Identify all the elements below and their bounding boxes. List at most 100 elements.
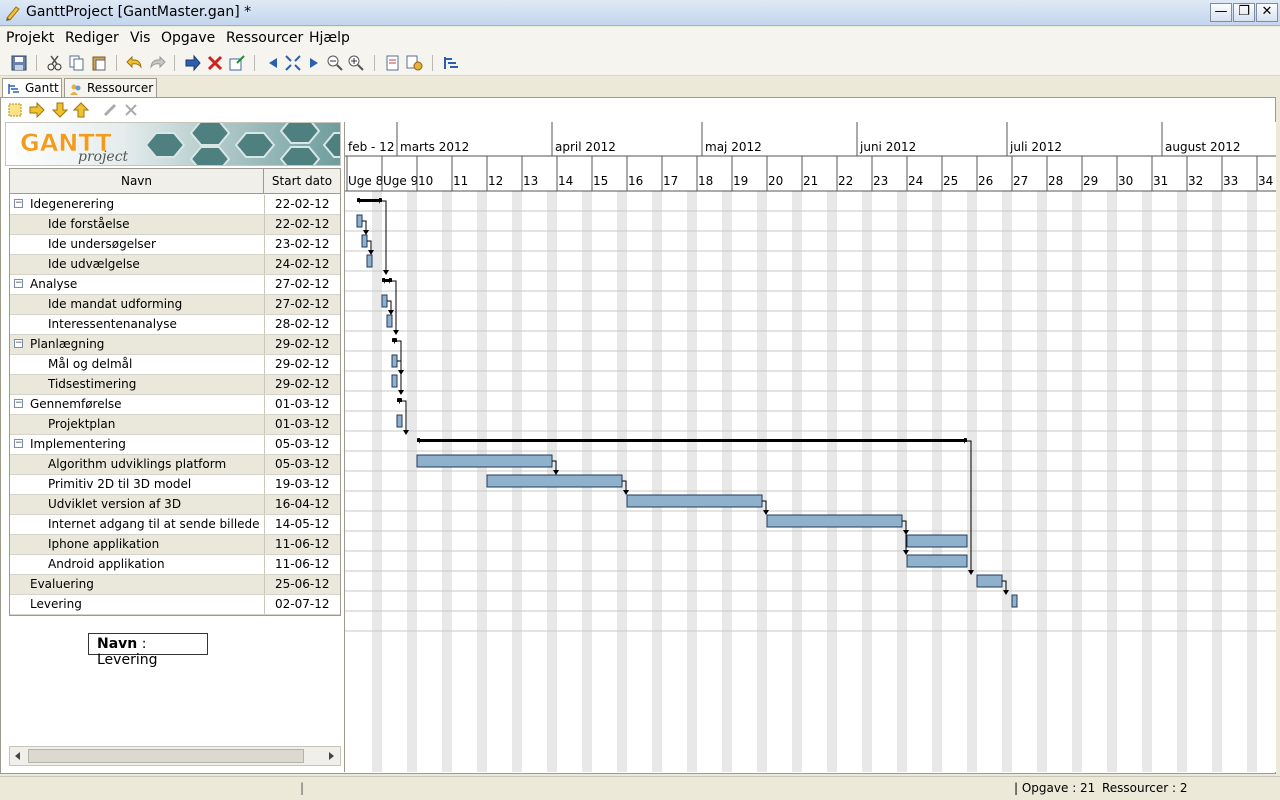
move-up-icon[interactable] [73,102,89,118]
month-label: juni 2012 [859,140,916,154]
task-name: Primitiv 2D til 3D model [48,477,192,491]
table-row[interactable]: Tidsestimering 29-02-12 [10,375,340,395]
week-label: 15 [593,174,608,188]
scroll-thumb[interactable] [28,749,304,763]
task-start-date: 25-06-12 [264,575,340,594]
task-bar [356,214,363,228]
gantt-chart[interactable]: feb - 12 marts 2012 april 2012 maj 2012 juni… [344,122,1276,772]
indent-icon[interactable] [29,102,45,118]
scroll-left-arrow-icon[interactable] [13,751,23,761]
table-row[interactable]: Internet adgang til at sende billede 14-0… [10,515,340,535]
center-today-icon[interactable] [284,54,302,72]
logo-sub: project [78,149,129,165]
new-task-icon[interactable] [7,102,23,118]
undo-icon[interactable] [126,54,144,72]
menu-ressourcer[interactable]: Ressourcer [226,30,303,46]
print-preview-icon[interactable] [384,54,402,72]
collapse-toggle-icon[interactable]: − [14,199,23,208]
collapse-toggle-icon[interactable]: − [14,279,23,288]
gantt-icon [8,84,19,94]
tab-gantt[interactable]: Gantt [2,78,62,99]
table-row[interactable]: − Gennemførelse 01-03-12 [10,395,340,415]
weekend-stripe [1037,191,1047,772]
scroll-right-arrow-icon[interactable] [326,751,336,761]
table-row[interactable]: Ide mandat udforming 27-02-12 [10,295,340,315]
paste-icon[interactable] [90,54,108,72]
task-name: Gennemførelse [30,397,122,411]
tab-ressourcer[interactable]: Ressourcer [64,78,157,98]
gantt-chart-svg[interactable]: feb - 12 marts 2012 april 2012 maj 2012 juni… [345,122,1276,772]
table-row[interactable]: Ide udvælgelse 24-02-12 [10,255,340,275]
dependency-line [382,200,387,273]
table-row[interactable]: Ide undersøgelser 23-02-12 [10,235,340,255]
week-label: 12 [488,174,503,188]
task-name: Ide udvælgelse [48,257,140,271]
table-row[interactable]: Evaluering 25-06-12 [10,575,340,595]
close-button[interactable]: ✕ [1256,3,1278,22]
gantt-panel: GANTT project Navn Start dato − Idegenere… [0,97,1276,774]
copy-icon[interactable] [68,54,86,72]
menu-hjaelp[interactable]: Hjælp [309,30,350,46]
table-row[interactable]: Mål og delmål 29-02-12 [10,355,340,375]
menu-rediger[interactable]: Rediger [65,30,119,46]
critical-path-icon[interactable] [442,54,460,72]
link-icon[interactable] [102,102,118,118]
delete-icon[interactable] [206,54,224,72]
table-row[interactable]: Android applikation 11-06-12 [10,555,340,575]
collapse-toggle-icon[interactable]: − [14,339,23,348]
maximize-button[interactable]: ❐ [1233,3,1255,22]
menu-vis[interactable]: Vis [130,30,150,46]
table-row[interactable]: Interessentenanalyse 28-02-12 [10,315,340,335]
table-horizontal-scrollbar[interactable] [9,746,341,766]
table-row[interactable]: − Analyse 27-02-12 [10,275,340,295]
task-name: Projektplan [48,417,116,431]
table-row[interactable]: Ide forståelse 22-02-12 [10,215,340,235]
menu-opgave[interactable]: Opgave [161,30,215,46]
indent-arrow-icon[interactable] [184,54,202,72]
table-row[interactable]: Levering 02-07-12 [10,595,340,615]
week-label: 19 [733,174,748,188]
week-label: 10 [418,174,433,188]
move-down-icon[interactable] [52,102,68,118]
dependency-line [397,340,402,393]
table-row[interactable]: − Implementering 05-03-12 [10,435,340,455]
save-icon[interactable] [10,54,28,72]
properties-icon[interactable] [228,54,246,72]
table-row[interactable]: Projektplan 01-03-12 [10,415,340,435]
resource-report-icon[interactable] [405,54,423,72]
cut-icon[interactable] [46,54,64,72]
status-task-count: | Opgave : 21 [1014,781,1096,795]
task-start-date: 27-02-12 [264,295,340,314]
minimize-button[interactable]: — [1210,3,1232,22]
weekend-stripe [1177,191,1187,772]
redo-icon[interactable] [148,54,166,72]
table-row[interactable]: Algorithm udviklings platform 05-03-12 [10,455,340,475]
task-bar [1011,594,1018,608]
table-row[interactable]: Primitiv 2D til 3D model 19-03-12 [10,475,340,495]
table-row[interactable]: − Idegenerering 22-02-12 [10,195,340,215]
scroll-left-icon[interactable] [264,54,282,72]
week-label: 18 [698,174,713,188]
collapse-toggle-icon[interactable]: − [14,399,23,408]
task-start-date: 01-03-12 [264,395,340,414]
zoom-in-icon[interactable] [347,54,365,72]
task-name: Android applikation [48,557,165,571]
collapse-toggle-icon[interactable]: − [14,439,23,448]
table-row[interactable]: Udviklet version af 3D 16-04-12 [10,495,340,515]
week-label: 30 [1118,174,1133,188]
week-label: 13 [523,174,538,188]
weekend-stripe [407,191,417,772]
scroll-right-icon[interactable] [305,54,323,72]
table-row[interactable]: − Planlægning 29-02-12 [10,335,340,355]
table-row[interactable]: Iphone applikation 11-06-12 [10,535,340,555]
task-bar [381,294,388,308]
column-header-start-dato[interactable]: Start dato [264,169,340,194]
zoom-out-icon[interactable] [326,54,344,72]
menu-projekt[interactable]: Projekt [6,30,54,46]
unlink-icon[interactable] [123,102,139,118]
weekend-stripe [1212,191,1222,772]
title-bar: GanttProject [GantMaster.gan] * — ❐ ✕ [0,0,1280,26]
week-label: 33 [1223,174,1238,188]
column-header-navn[interactable]: Navn [10,169,264,194]
weekend-stripe [757,191,767,772]
